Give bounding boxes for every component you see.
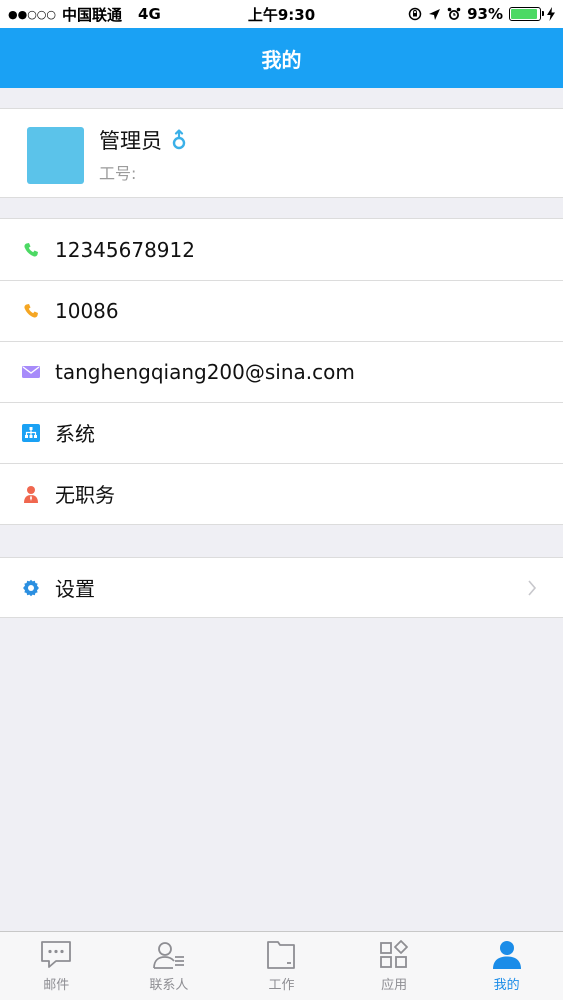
tab-mail[interactable]: 邮件: [0, 932, 113, 1000]
list-item-mobile[interactable]: 12345678912: [0, 219, 563, 280]
page-title: 我的: [261, 47, 302, 72]
tab-bar: 邮件 联系人 工作 应用 我的: [0, 931, 563, 1000]
gear-icon: [23, 579, 39, 596]
battery-percent: 93%: [467, 5, 503, 23]
list-item-department[interactable]: 系统: [0, 402, 563, 463]
apps-icon: [380, 939, 408, 968]
employee-id-label: 工号:: [99, 164, 137, 183]
status-right: 93%: [408, 5, 555, 23]
list-item-email[interactable]: tanghengqiang200@sina.com: [0, 341, 563, 402]
chat-icon: [41, 940, 72, 968]
status-bar: ●●○○○ 中国联通 4G 上午9:30 93%: [0, 0, 563, 28]
tab-mine[interactable]: 我的: [450, 932, 563, 1000]
folder-icon: [267, 940, 296, 969]
male-gender-icon: [172, 129, 186, 150]
charging-bolt-icon: [547, 7, 555, 21]
info-list: 12345678912 10086 tanghengqiang200@sina.…: [0, 218, 563, 525]
profile-card[interactable]: 管理员 工号:: [0, 108, 563, 198]
location-arrow-icon: [429, 8, 441, 20]
position-title: 无职务: [55, 483, 115, 507]
tab-label: 联系人: [149, 977, 189, 993]
mobile-number: 12345678912: [55, 237, 195, 262]
user-icon: [492, 940, 521, 969]
mail-icon: [22, 363, 40, 381]
rotation-lock-icon: [408, 7, 422, 21]
chevron-right-icon: [528, 579, 537, 596]
contacts-icon: [152, 941, 184, 969]
settings-row[interactable]: 设置: [0, 557, 563, 618]
tab-label: 我的: [493, 977, 520, 993]
phone-icon: [22, 302, 40, 320]
org-chart-icon: [22, 423, 40, 442]
department-name: 系统: [55, 422, 95, 446]
profile-name: 管理员: [99, 129, 162, 153]
profile-name-row: 管理员: [99, 125, 188, 155]
tab-work[interactable]: 工作: [225, 932, 338, 1000]
settings-label: 设置: [55, 577, 95, 601]
alarm-icon: [447, 7, 461, 20]
phone-icon: [22, 241, 40, 259]
person-icon: [22, 485, 40, 503]
tab-label: 应用: [381, 977, 408, 993]
avatar[interactable]: [27, 127, 84, 184]
tab-label: 工作: [268, 977, 295, 993]
list-item-position[interactable]: 无职务: [0, 463, 563, 524]
tab-contacts[interactable]: 联系人: [113, 932, 226, 1000]
phone-number: 10086: [55, 298, 119, 323]
tab-label: 邮件: [43, 977, 70, 993]
battery-level: [511, 9, 538, 19]
tab-apps[interactable]: 应用: [338, 932, 451, 1000]
email-address: tanghengqiang200@sina.com: [55, 359, 355, 384]
nav-bar: 我的: [0, 28, 563, 88]
battery-icon: [509, 7, 544, 21]
list-item-phone[interactable]: 10086: [0, 280, 563, 341]
